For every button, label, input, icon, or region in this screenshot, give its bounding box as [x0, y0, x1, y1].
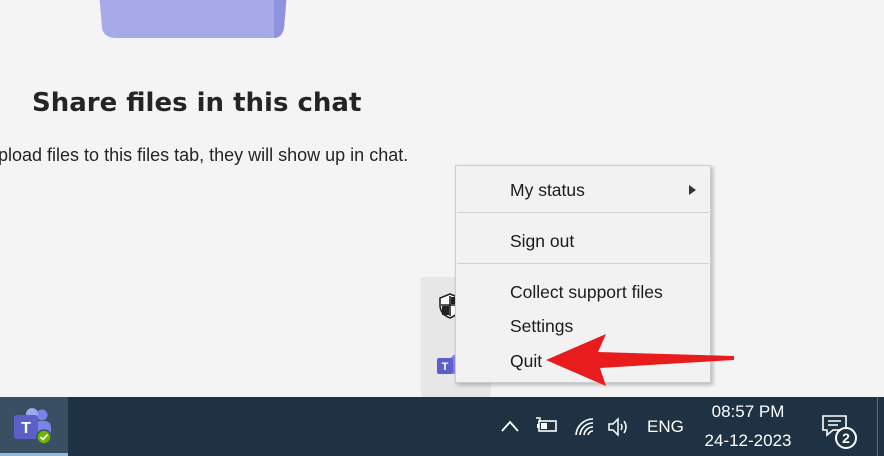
menu-item-collect-support-files[interactable]: Collect support files	[456, 278, 710, 306]
menu-item-sign-out[interactable]: Sign out	[456, 227, 710, 255]
clock-time[interactable]: 08:57 PM	[700, 402, 796, 422]
clock-date[interactable]: 24-12-2023	[700, 431, 796, 451]
menu-separator	[457, 263, 709, 264]
menu-item-label: Collect support files	[510, 282, 663, 302]
menu-separator	[457, 212, 709, 213]
chevron-up-icon[interactable]	[500, 419, 520, 433]
folder-illustration	[99, 0, 287, 38]
page-title: Share files in this chat	[32, 88, 362, 118]
battery-icon[interactable]	[535, 417, 559, 435]
taskbar: T ENG 08:57 PM 24-12-2023 2	[0, 397, 884, 456]
menu-item-label: My status	[510, 180, 585, 200]
chevron-right-icon	[689, 185, 696, 195]
svg-text:T: T	[21, 420, 31, 437]
show-desktop-button[interactable]	[877, 397, 884, 456]
volume-icon[interactable]	[607, 417, 633, 437]
red-arrow-annotation-icon	[546, 334, 734, 386]
teams-icon: T	[14, 408, 52, 445]
input-language-indicator[interactable]: ENG	[647, 417, 684, 437]
wifi-icon[interactable]	[574, 417, 596, 437]
menu-item-label: Sign out	[510, 231, 575, 251]
menu-item-label: Quit	[510, 351, 543, 371]
notification-count-badge: 2	[835, 427, 857, 449]
page-description: pload files to this files tab, they will…	[0, 145, 409, 165]
taskbar-teams-button[interactable]: T	[0, 397, 68, 456]
svg-text:T: T	[442, 361, 449, 373]
menu-item-my-status[interactable]: My status	[456, 176, 710, 204]
